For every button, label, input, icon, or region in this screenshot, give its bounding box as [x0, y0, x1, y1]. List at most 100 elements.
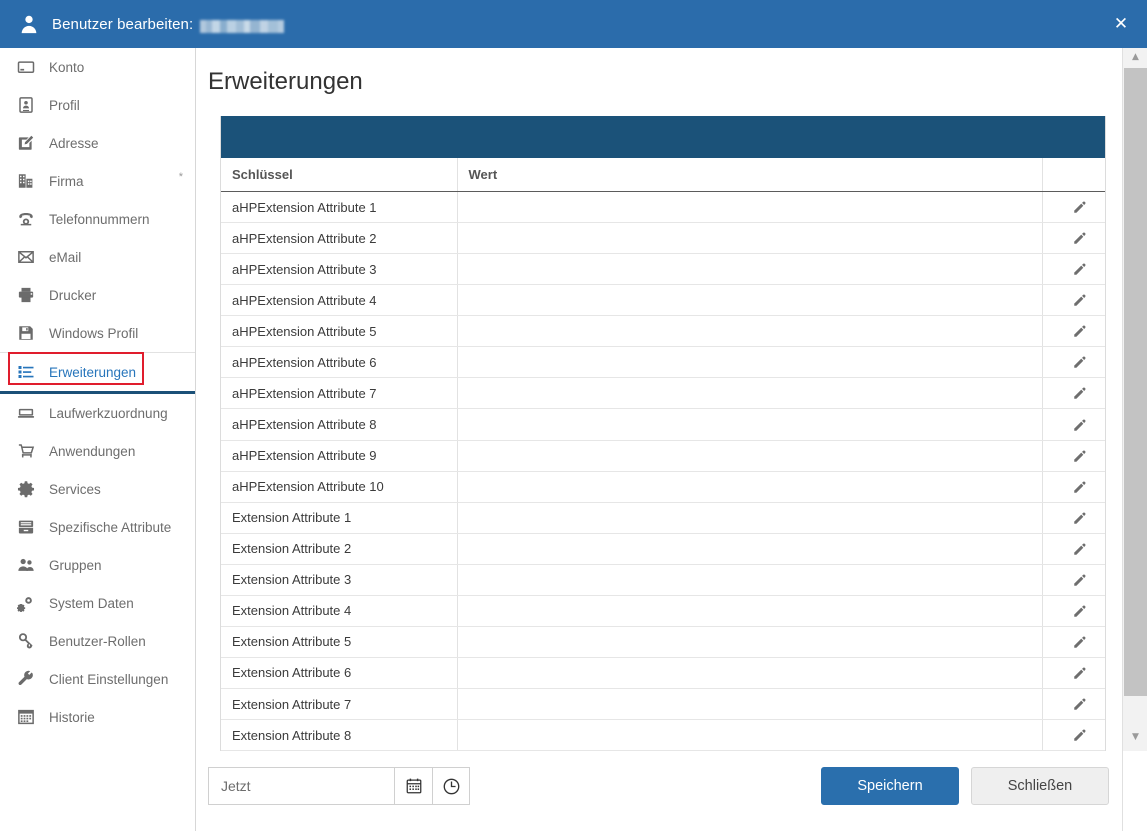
sidebar-item-services[interactable]: Services [0, 470, 195, 508]
pencil-icon[interactable] [1072, 293, 1087, 308]
sidebar-item-client-einstellungen[interactable]: Client Einstellungen [0, 660, 195, 698]
pencil-icon[interactable] [1072, 573, 1087, 588]
cell-key: aHPExtension Attribute 10 [221, 471, 458, 503]
save-button[interactable]: Speichern [821, 767, 959, 805]
table-row[interactable]: aHPExtension Attribute 1 [221, 191, 1105, 224]
cell-key: Extension Attribute 8 [221, 719, 458, 752]
column-header-key[interactable]: Schlüssel [221, 158, 458, 192]
pencil-icon[interactable] [1072, 386, 1087, 401]
table-row[interactable]: Extension Attribute 1 [221, 502, 1105, 534]
pencil-icon[interactable] [1072, 604, 1087, 619]
sidebar-item-drucker[interactable]: Drucker [0, 276, 195, 314]
sidebar-item-system-daten[interactable]: System Daten [0, 584, 195, 622]
cell-actions [1042, 626, 1105, 658]
table-row[interactable]: aHPExtension Attribute 5 [221, 315, 1105, 348]
table-row[interactable]: aHPExtension Attribute 8 [221, 408, 1105, 441]
cell-actions [1042, 502, 1105, 534]
pencil-icon[interactable] [1072, 635, 1087, 650]
pencil-icon[interactable] [1072, 480, 1087, 495]
pencil-icon[interactable] [1072, 511, 1087, 526]
drawer-icon [16, 517, 36, 537]
sidebar-item-label: Firma [49, 173, 84, 189]
cell-value [457, 346, 1043, 379]
sidebar-item-windows-profil[interactable]: Windows Profil [0, 314, 195, 352]
id-card-icon [16, 95, 36, 115]
pencil-icon[interactable] [1072, 200, 1087, 215]
cart-icon [16, 441, 36, 461]
pencil-icon[interactable] [1072, 418, 1087, 433]
pencil-icon[interactable] [1072, 666, 1087, 681]
cell-key: aHPExtension Attribute 5 [221, 315, 458, 348]
table-row[interactable]: aHPExtension Attribute 3 [221, 253, 1105, 286]
column-header-value[interactable]: Wert [457, 158, 1043, 192]
pencil-icon[interactable] [1072, 355, 1087, 370]
main-content: Erweiterungen Schlüssel Wert aHPExtensio… [197, 48, 1122, 831]
dialog-titlebar: Benutzer bearbeiten: ✕ [0, 0, 1147, 48]
pencil-icon[interactable] [1072, 262, 1087, 277]
scroll-up-arrow-icon[interactable]: ▲ [1123, 48, 1147, 66]
cell-value [457, 626, 1043, 658]
cell-value [457, 408, 1043, 441]
footer-buttons: Speichern Schließen [821, 767, 1109, 805]
pencil-icon[interactable] [1072, 231, 1087, 246]
table-row[interactable]: aHPExtension Attribute 4 [221, 284, 1105, 317]
cell-actions [1042, 346, 1105, 379]
table-row[interactable]: aHPExtension Attribute 2 [221, 222, 1105, 255]
table-row[interactable]: Extension Attribute 6 [221, 657, 1105, 690]
dialog-title: Benutzer bearbeiten: [52, 16, 285, 34]
scroll-down-arrow-icon[interactable]: ▼ [1123, 728, 1147, 746]
cell-key: aHPExtension Attribute 2 [221, 222, 458, 255]
sidebar-item-gruppen[interactable]: Gruppen [0, 546, 195, 584]
table-row[interactable]: Extension Attribute 7 [221, 688, 1105, 721]
pencil-icon[interactable] [1072, 728, 1087, 743]
sidebar-item-label: Drucker [49, 287, 97, 303]
scrollbar-thumb[interactable] [1124, 68, 1147, 696]
building-icon [16, 171, 36, 191]
dialog-scrollbar[interactable]: ▲ ▼ [1122, 48, 1147, 831]
table-row[interactable]: Extension Attribute 5 [221, 626, 1105, 658]
close-icon[interactable]: ✕ [1109, 12, 1133, 36]
cell-actions [1042, 533, 1105, 565]
cell-key: aHPExtension Attribute 7 [221, 377, 458, 410]
pencil-icon[interactable] [1072, 449, 1087, 464]
pencil-icon[interactable] [1072, 697, 1087, 712]
pencil-icon[interactable] [1072, 542, 1087, 557]
sidebar-item-label: System Daten [49, 595, 134, 611]
calendar-icon-button[interactable] [394, 767, 432, 805]
sidebar-item-laufwerkzuordnung[interactable]: Laufwerkzuordnung [0, 394, 195, 432]
sidebar-item-label: Erweiterungen [49, 364, 137, 380]
cell-key: Extension Attribute 6 [221, 657, 458, 690]
datetime-field-group [208, 767, 470, 805]
sidebar-item-profil[interactable]: Profil [0, 86, 195, 124]
clock-icon-button[interactable] [432, 767, 470, 805]
sidebar-item-konto[interactable]: Konto [0, 48, 195, 86]
cell-actions [1042, 471, 1105, 503]
table-row[interactable]: aHPExtension Attribute 9 [221, 440, 1105, 472]
sidebar-item-erweiterungen[interactable]: Erweiterungen [0, 353, 195, 391]
sidebar-item-historie[interactable]: Historie [0, 698, 195, 736]
table-row[interactable]: aHPExtension Attribute 7 [221, 377, 1105, 410]
pencil-icon[interactable] [1072, 324, 1087, 339]
table-row[interactable]: Extension Attribute 2 [221, 533, 1105, 565]
table-row[interactable]: Extension Attribute 3 [221, 564, 1105, 596]
cell-key: Extension Attribute 2 [221, 533, 458, 565]
sidebar-item-telefonnummern[interactable]: Telefonnummern [0, 200, 195, 238]
sidebar-item-firma[interactable]: Firma * [0, 162, 195, 200]
table-row[interactable]: aHPExtension Attribute 6 [221, 346, 1105, 379]
sidebar-item-anwendungen[interactable]: Anwendungen [0, 432, 195, 470]
table-row[interactable]: Extension Attribute 8 [221, 719, 1105, 752]
table-row[interactable]: aHPExtension Attribute 10 [221, 471, 1105, 503]
table-row[interactable]: Extension Attribute 4 [221, 595, 1105, 627]
datetime-input[interactable] [208, 767, 394, 805]
cell-key: Extension Attribute 7 [221, 688, 458, 721]
sidebar-item-adresse[interactable]: Adresse [0, 124, 195, 162]
key-person-icon [16, 631, 36, 651]
cell-actions [1042, 719, 1105, 752]
drive-icon [16, 403, 36, 423]
sidebar-item-spezifische-attribute[interactable]: Spezifische Attribute [0, 508, 195, 546]
close-button[interactable]: Schließen [971, 767, 1109, 805]
cell-key: aHPExtension Attribute 1 [221, 191, 458, 224]
card-icon [16, 57, 36, 77]
sidebar-item-benutzer-rollen[interactable]: Benutzer-Rollen [0, 622, 195, 660]
sidebar-item-email[interactable]: eMail [0, 238, 195, 276]
